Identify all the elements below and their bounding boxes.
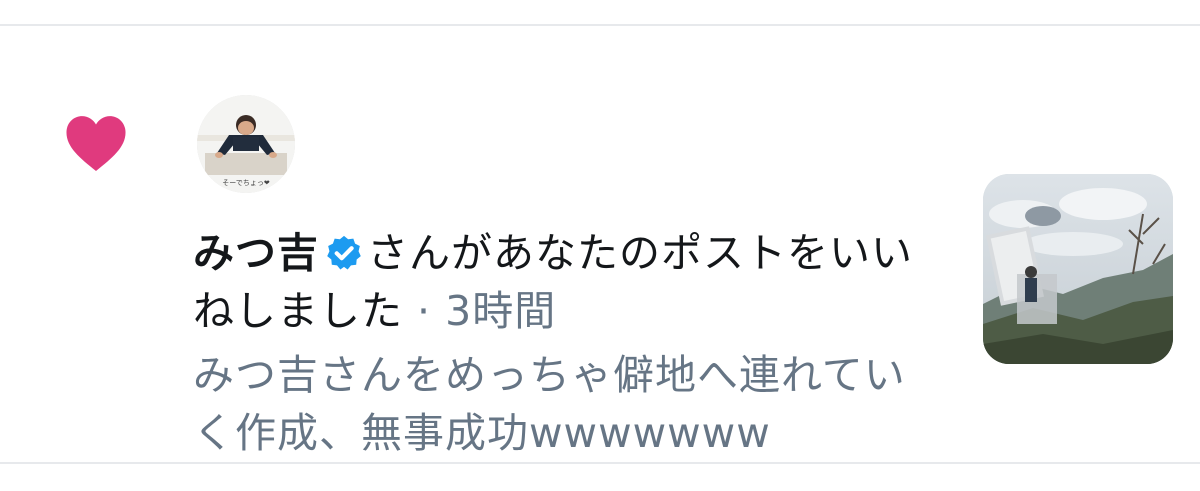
tweet-thumbnail[interactable] <box>983 174 1173 364</box>
like-notification[interactable]: そーでちょっ❤ みつ吉 さんがあなたのポストをいいねしました · 3時間 みつ吉さ… <box>0 26 1200 462</box>
separator-dot: · <box>403 287 446 335</box>
bottom-divider <box>0 462 1200 464</box>
notification-headline: みつ吉 さんがあなたのポストをいいねしました · 3時間 <box>193 224 938 340</box>
timestamp: 3時間 <box>445 287 557 335</box>
notification-text: みつ吉 さんがあなたのポストをいいねしました · 3時間 みつ吉さんをめっちゃ僻地… <box>193 224 938 462</box>
avatar-caption: そーでちょっ❤ <box>222 179 270 187</box>
tweet-preview: みつ吉さんをめっちゃ僻地へ連れていく作成、無事成功wwwwwww <box>193 351 906 457</box>
user-name[interactable]: みつ吉 <box>193 229 319 277</box>
heart-icon <box>66 116 126 171</box>
user-avatar[interactable]: そーでちょっ❤ <box>197 95 295 193</box>
verified-badge-icon <box>327 235 361 270</box>
